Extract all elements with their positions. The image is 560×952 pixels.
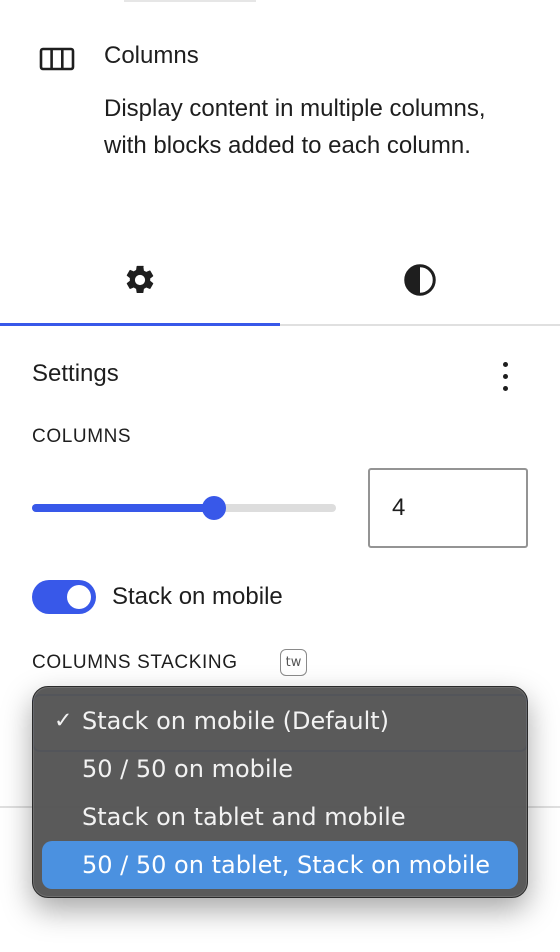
tab-settings[interactable]	[0, 236, 280, 324]
option-label: 50 / 50 on tablet, Stack on mobile	[82, 851, 491, 879]
block-title: Columns	[104, 42, 199, 69]
option-label: Stack on mobile (Default)	[82, 707, 390, 735]
menu-option[interactable]: 50 / 50 on mobile	[42, 745, 518, 793]
kebab-vertical-icon[interactable]	[490, 354, 520, 398]
tab-styles[interactable]	[280, 236, 560, 324]
half-circle-contrast-icon	[404, 264, 436, 296]
menu-option[interactable]: Stack on tablet and mobile	[42, 793, 518, 841]
slider-thumb[interactable]	[202, 496, 227, 520]
option-label: 50 / 50 on mobile	[82, 755, 293, 783]
toggle-knob	[67, 585, 91, 609]
columns-icon	[39, 47, 75, 71]
active-tab-indicator	[0, 323, 280, 326]
columns-label: COLUMNS	[32, 426, 132, 447]
gear-icon	[126, 265, 154, 294]
panel-title: Settings	[32, 360, 119, 387]
stack-on-mobile-toggle[interactable]	[32, 580, 96, 614]
columns-slider[interactable]	[32, 496, 336, 520]
top-divider	[124, 0, 256, 2]
columns-number-input[interactable]: 4	[368, 468, 528, 548]
stacking-options-menu: ✓ Stack on mobile (Default) 50 / 50 on m…	[32, 686, 528, 898]
menu-option-highlighted[interactable]: 50 / 50 on tablet, Stack on mobile	[42, 841, 518, 889]
stack-on-mobile-label: Stack on mobile	[112, 583, 283, 610]
slider-fill	[32, 504, 215, 512]
block-description: Display content in multiple columns, wit…	[104, 95, 486, 159]
block-inspector: Columns Display content in multiple colu…	[0, 0, 560, 952]
columns-stacking-label: COLUMNS STACKING	[32, 652, 238, 673]
inspector-tabs	[0, 236, 560, 326]
menu-option[interactable]: ✓ Stack on mobile (Default)	[42, 697, 518, 745]
tw-badge: tw	[280, 649, 307, 676]
checkmark-icon: ✓	[54, 708, 73, 734]
option-label: Stack on tablet and mobile	[82, 803, 406, 831]
